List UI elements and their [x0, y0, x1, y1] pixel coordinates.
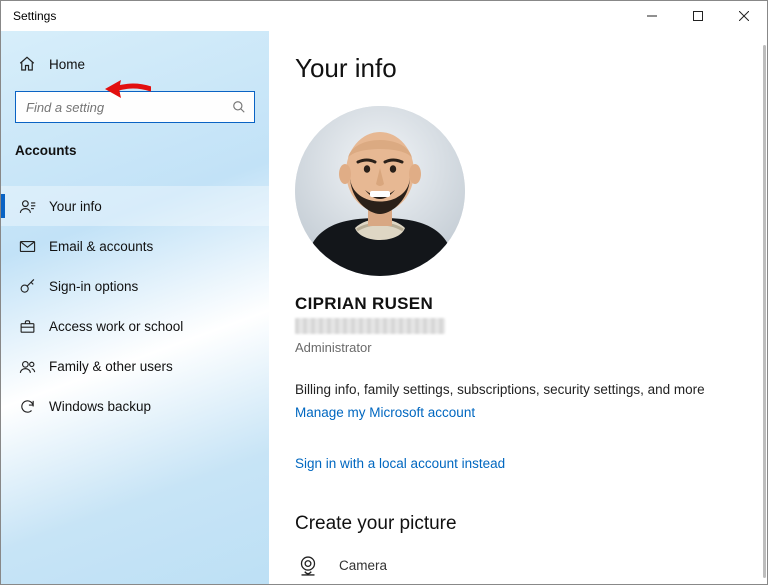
user-role: Administrator: [295, 340, 735, 355]
manage-account-link[interactable]: Manage my Microsoft account: [295, 405, 475, 420]
maximize-button[interactable]: [675, 1, 721, 31]
nav-item-sign-in-options[interactable]: Sign-in options: [1, 266, 269, 306]
sidebar: Home Accounts: [1, 31, 269, 584]
mail-icon: [15, 238, 39, 255]
briefcase-icon: [15, 318, 39, 335]
nav-item-email-accounts[interactable]: Email & accounts: [1, 226, 269, 266]
content-inner: Your info: [269, 31, 735, 584]
camera-icon: [295, 553, 321, 579]
search-icon: [232, 100, 246, 114]
nav-item-your-info[interactable]: Your info: [1, 186, 269, 226]
billing-description: Billing info, family settings, subscript…: [295, 381, 735, 399]
scrollbar[interactable]: [763, 45, 766, 578]
people-icon: [15, 358, 39, 375]
nav-label: Your info: [49, 199, 102, 214]
avatar-image: [295, 106, 465, 276]
nav-label: Windows backup: [49, 399, 151, 414]
maximize-icon: [693, 11, 703, 21]
close-button[interactable]: [721, 1, 767, 31]
minimize-button[interactable]: [629, 1, 675, 31]
nav-label: Access work or school: [49, 319, 183, 334]
avatar: [295, 106, 465, 276]
search-input[interactable]: [24, 99, 232, 116]
home-label: Home: [49, 57, 85, 72]
window-title: Settings: [13, 9, 56, 23]
nav-label: Family & other users: [49, 359, 173, 374]
redacted-email: [295, 318, 445, 334]
settings-window: Settings Home: [0, 0, 768, 585]
picture-heading: Create your picture: [295, 513, 735, 535]
nav-item-windows-backup[interactable]: Windows backup: [1, 386, 269, 426]
nav-item-family-other-users[interactable]: Family & other users: [1, 346, 269, 386]
home-icon: [15, 55, 39, 73]
nav-label: Email & accounts: [49, 239, 153, 254]
nav-item-access-work-school[interactable]: Access work or school: [1, 306, 269, 346]
annotation-arrow: [105, 77, 151, 101]
sync-icon: [15, 398, 39, 415]
key-icon: [15, 278, 39, 295]
camera-option[interactable]: Camera: [295, 553, 735, 579]
nav-label: Sign-in options: [49, 279, 138, 294]
body: Home Accounts: [1, 31, 767, 584]
category-title: Accounts: [15, 143, 255, 158]
local-account-link[interactable]: Sign in with a local account instead: [295, 456, 505, 471]
window-controls: [629, 1, 767, 31]
home-button[interactable]: Home: [15, 49, 255, 79]
titlebar: Settings: [1, 1, 767, 31]
minimize-icon: [647, 11, 657, 21]
your-info-icon: [15, 198, 39, 215]
close-icon: [739, 11, 749, 21]
content-area: Your info: [269, 31, 767, 584]
nav-list: Your info Email & accounts Sign-in optio…: [15, 186, 255, 426]
camera-label: Camera: [339, 558, 387, 573]
page-heading: Your info: [295, 53, 735, 84]
user-name: CIPRIAN RUSEN: [295, 294, 735, 314]
